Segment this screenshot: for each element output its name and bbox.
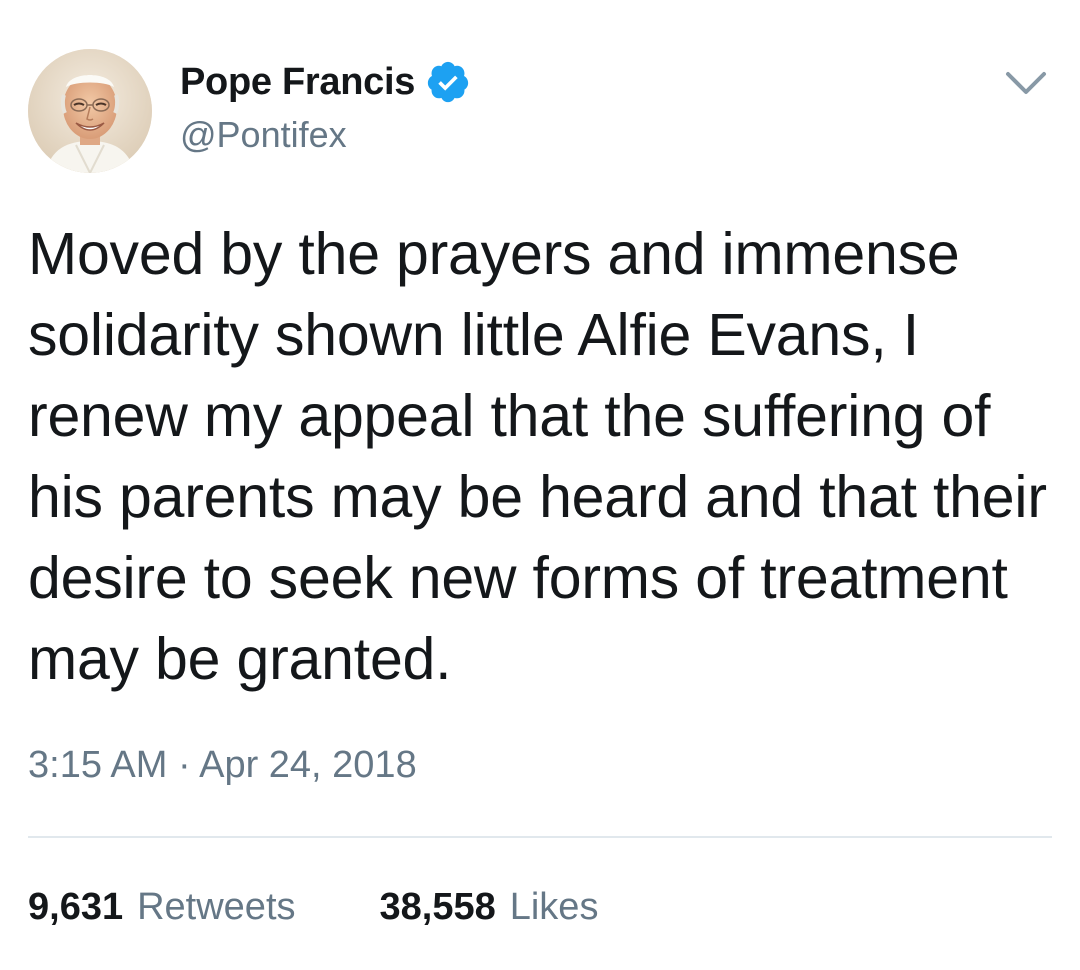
avatar-image	[28, 49, 152, 173]
tweet-text: Moved by the prayers and immense solidar…	[28, 221, 1047, 692]
verified-badge-icon	[427, 61, 469, 103]
tweet-card: Pope Francis @Pontifex Moved by the pray…	[0, 0, 1080, 970]
tweet-timestamp[interactable]: 3:15 AM · Apr 24, 2018	[28, 744, 417, 787]
author-display-name[interactable]: Pope Francis	[180, 61, 415, 104]
likes-label: Likes	[509, 885, 599, 928]
retweets-label: Retweets	[137, 885, 296, 928]
author-handle[interactable]: @Pontifex	[180, 114, 347, 156]
likes-count: 38,558	[379, 885, 496, 928]
author-name-row: Pope Francis	[180, 60, 471, 104]
chevron-down-icon[interactable]	[1002, 66, 1050, 100]
divider	[28, 836, 1052, 838]
likes-stat[interactable]: 38,558 Likes	[380, 886, 599, 929]
retweets-stat[interactable]: 9,631 Retweets	[28, 886, 296, 929]
avatar[interactable]	[28, 49, 152, 173]
tweet-stats: 9,631 Retweets 38,558 Likes	[28, 882, 682, 932]
retweets-count: 9,631	[28, 885, 124, 928]
